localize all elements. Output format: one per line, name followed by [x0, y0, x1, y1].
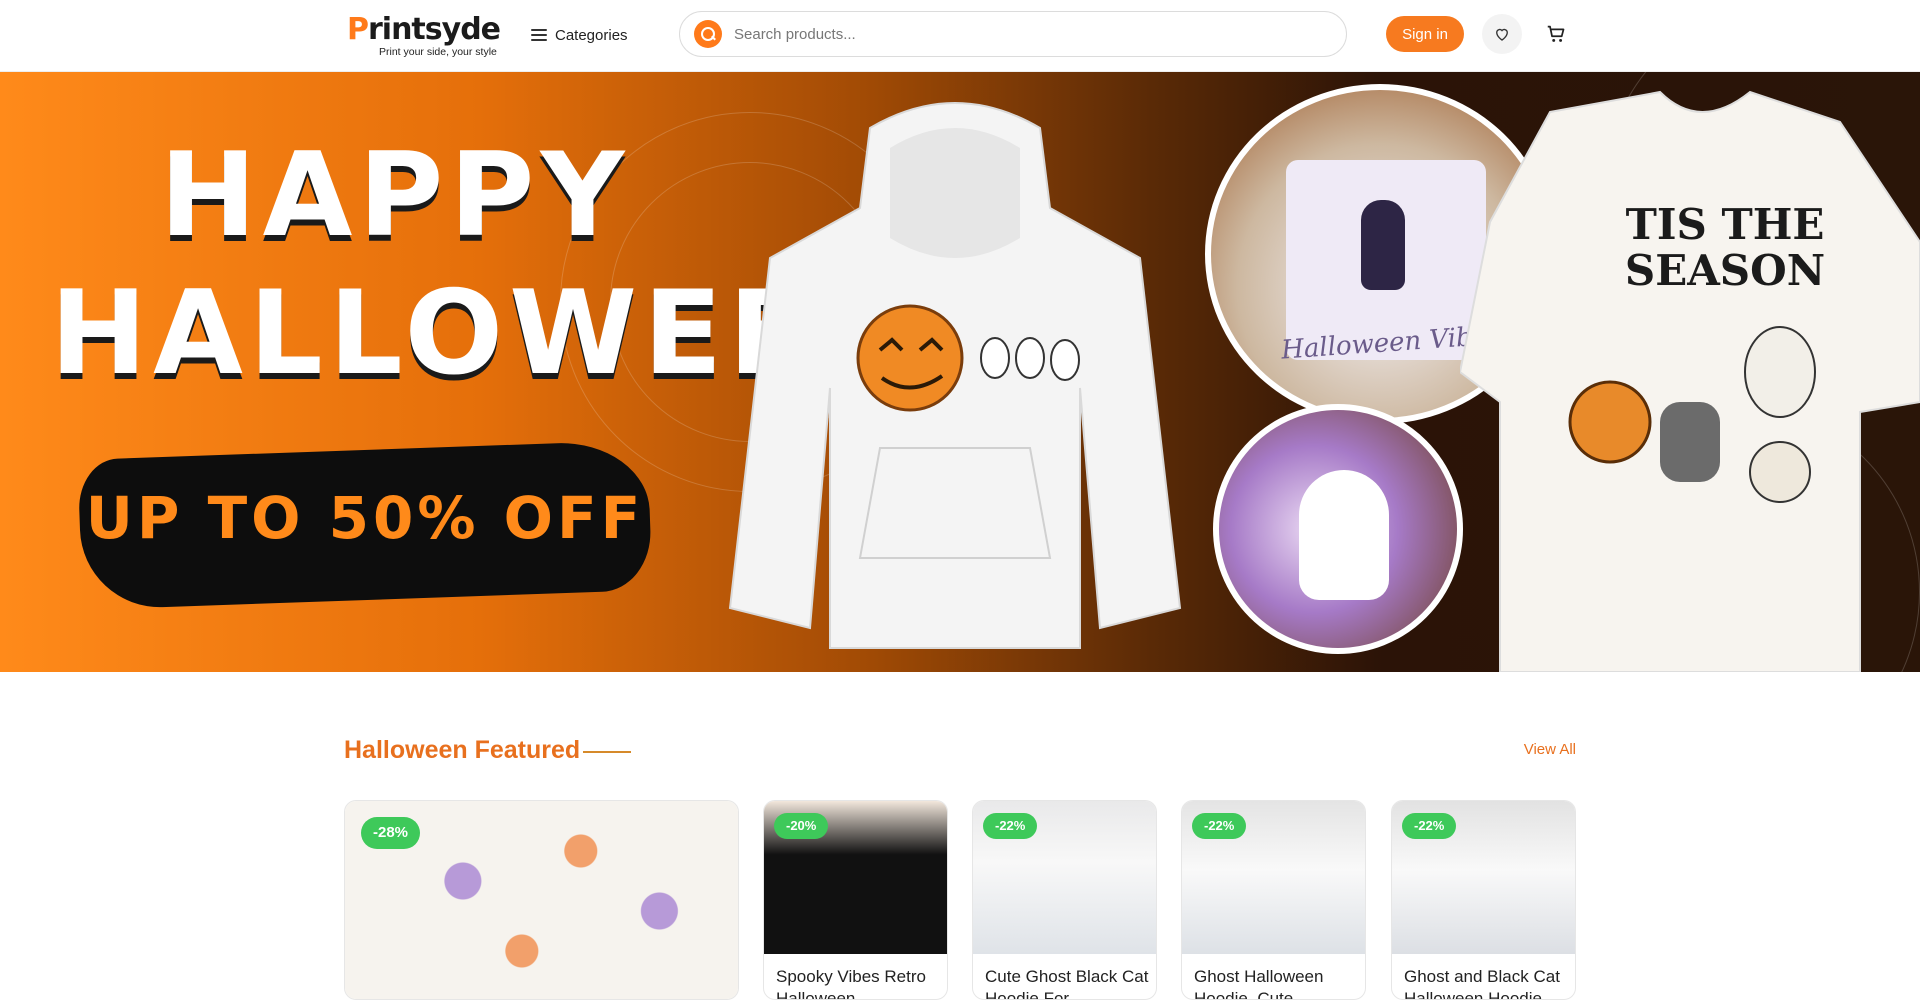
product-card[interactable]: -28%: [344, 800, 739, 1000]
tshirt-text: TIS THE SEASON: [1620, 202, 1830, 294]
discount-badge: -22%: [1402, 813, 1457, 839]
tshirt-text-line2: SEASON: [1624, 246, 1826, 295]
tumbler-image: [1213, 404, 1463, 654]
sign-in-button[interactable]: Sign in: [1386, 16, 1464, 52]
search-input[interactable]: [734, 25, 1294, 43]
view-all-link[interactable]: View All: [1500, 741, 1576, 758]
product-card[interactable]: -22% Cute Ghost Black Cat Hoodie For: [972, 800, 1157, 1000]
tshirt-image: [1460, 90, 1920, 672]
hero-banner[interactable]: HAPPY HALLOWEEN UP TO 50% OFF Halloween …: [0, 72, 1920, 672]
promo-text: UP TO 50% OFF: [85, 484, 645, 552]
logo-tagline: Print your side, your style: [379, 46, 497, 58]
product-title: Spooky Vibes Retro Halloween: [776, 967, 926, 1000]
product-title: Ghost and Black Cat Halloween Hoodie: [1404, 967, 1560, 1000]
menu-icon: [531, 29, 547, 41]
site-header: Printsyde Print your side, your style Ca…: [0, 0, 1920, 72]
discount-badge: -22%: [1192, 813, 1247, 839]
search-icon[interactable]: [694, 20, 722, 48]
cart-button[interactable]: [1536, 14, 1576, 54]
logo-wordmark: Printsyde: [347, 12, 501, 47]
tshirt-text-line1: TIS THE: [1625, 200, 1825, 249]
cart-icon: [1547, 25, 1565, 42]
section-title-underline: [583, 751, 631, 753]
categories-menu-button[interactable]: Categories: [531, 20, 628, 50]
product-title: Cute Ghost Black Cat Hoodie For: [985, 967, 1149, 1000]
search-bar: [679, 11, 1347, 57]
hoodie-image: [728, 102, 1182, 649]
black-cat-illustration: [1361, 200, 1405, 290]
heart-icon: [1496, 28, 1508, 41]
product-card[interactable]: -22% Ghost and Black Cat Halloween Hoodi…: [1391, 800, 1576, 1000]
discount-badge: -28%: [361, 817, 421, 849]
product-title: Ghost Halloween Hoodie, Cute: [1194, 967, 1324, 1000]
wishlist-button[interactable]: [1482, 14, 1522, 54]
product-card[interactable]: -20% Spooky Vibes Retro Halloween: [763, 800, 948, 1000]
ghost-illustration: [1299, 470, 1389, 600]
discount-badge: -22%: [983, 813, 1038, 839]
hero-title-line2: HALLOWEEN: [50, 266, 917, 401]
product-card[interactable]: -22% Ghost Halloween Hoodie, Cute: [1181, 800, 1366, 1000]
hero-title: HAPPY HALLOWEEN: [50, 127, 917, 403]
hero-title-line1: HAPPY: [159, 128, 631, 263]
categories-label: Categories: [555, 26, 628, 44]
discount-badge: -20%: [774, 813, 829, 839]
section-title: Halloween Featured: [344, 736, 581, 764]
logo[interactable]: Printsyde Print your side, your style: [347, 12, 503, 59]
